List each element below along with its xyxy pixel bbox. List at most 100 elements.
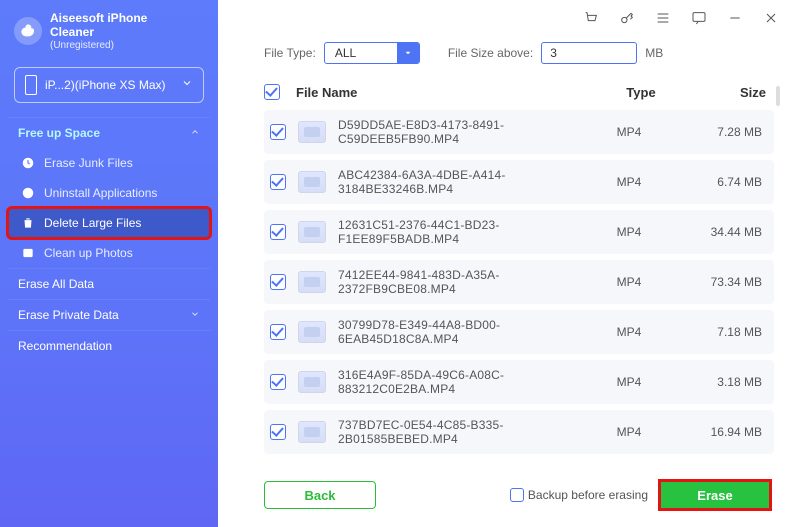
caret-down-icon	[397, 42, 419, 64]
titlebar	[218, 0, 800, 36]
file-table: File Name Type Size D59DD5AE-E8D3-4173-8…	[218, 76, 800, 467]
row-checkbox[interactable]	[270, 224, 286, 240]
video-thumb-icon	[298, 421, 326, 443]
app-logo-icon	[14, 17, 42, 45]
sidebar-item-label: Erase Junk Files	[44, 156, 133, 170]
backup-label: Backup before erasing	[528, 488, 648, 502]
file-type: MP4	[594, 225, 664, 239]
backup-toggle[interactable]: Backup before erasing	[510, 488, 648, 502]
phone-icon	[25, 75, 37, 95]
video-thumb-icon	[298, 171, 326, 193]
row-checkbox[interactable]	[270, 124, 286, 140]
nav-group-free-up-space[interactable]: Free up Space	[8, 117, 210, 148]
file-size-label: File Size above:	[448, 46, 533, 60]
backup-checkbox[interactable]	[510, 488, 524, 502]
file-size: 16.94 MB	[676, 425, 766, 439]
file-type: MP4	[594, 425, 664, 439]
file-size-input[interactable]	[541, 42, 637, 64]
main-panel: File Type: ALL File Size above: MB File …	[218, 0, 800, 527]
sidebar-item-label: Clean up Photos	[44, 246, 133, 260]
cart-icon[interactable]	[582, 9, 600, 27]
close-icon[interactable]	[762, 9, 780, 27]
col-size: Size	[684, 85, 774, 100]
file-size-unit: MB	[645, 46, 663, 60]
chevron-down-icon	[181, 76, 193, 94]
table-header: File Name Type Size	[264, 76, 774, 108]
row-checkbox[interactable]	[270, 374, 286, 390]
sidebar-item-uninstall[interactable]: Uninstall Applications	[8, 178, 210, 208]
brand: Aiseesoft iPhone Cleaner (Unregistered)	[8, 8, 210, 63]
nav-group-title: Free up Space	[18, 126, 100, 140]
file-type: MP4	[594, 275, 664, 289]
back-button[interactable]: Back	[264, 481, 376, 509]
file-size: 34.44 MB	[676, 225, 766, 239]
device-selector[interactable]: iP...2)(iPhone XS Max)	[14, 67, 204, 103]
nav-erase-private[interactable]: Erase Private Data	[8, 299, 210, 330]
row-checkbox[interactable]	[270, 424, 286, 440]
table-row: ABC42384-6A3A-4DBE-A414-3184BE33246B.MP4…	[264, 160, 774, 204]
video-thumb-icon	[298, 271, 326, 293]
file-name: 316E4A9F-85DA-49C6-A08C-883212C0E2BA.MP4	[338, 368, 582, 396]
table-row: 316E4A9F-85DA-49C6-A08C-883212C0E2BA.MP4…	[264, 360, 774, 404]
file-type: MP4	[594, 375, 664, 389]
video-thumb-icon	[298, 121, 326, 143]
feedback-icon[interactable]	[690, 9, 708, 27]
nav-erase-all[interactable]: Erase All Data	[8, 268, 210, 299]
scrollbar[interactable]	[776, 86, 780, 106]
table-row: 30799D78-E349-44A8-BD00-6EAB45D18C8A.MP4…	[264, 310, 774, 354]
table-row: 7412EE44-9841-483D-A35A-2372FB9CBE08.MP4…	[264, 260, 774, 304]
file-name: D59DD5AE-E8D3-4173-8491-C59DEEB5FB90.MP4	[338, 118, 582, 146]
file-size: 3.18 MB	[676, 375, 766, 389]
sidebar-item-label: Uninstall Applications	[44, 186, 157, 200]
device-label: iP...2)(iPhone XS Max)	[45, 78, 173, 92]
sidebar-item-clean-photos[interactable]: Clean up Photos	[8, 238, 210, 268]
row-checkbox[interactable]	[270, 324, 286, 340]
trash-icon	[20, 215, 36, 231]
col-type: Type	[606, 85, 676, 100]
sidebar-item-label: Delete Large Files	[44, 216, 141, 230]
footer: Back Backup before erasing Erase	[218, 467, 800, 527]
sidebar: Aiseesoft iPhone Cleaner (Unregistered) …	[0, 0, 218, 527]
image-icon	[20, 245, 36, 261]
sidebar-item-delete-large-files[interactable]: Delete Large Files	[8, 208, 210, 238]
app-title-line2: Cleaner	[50, 26, 147, 40]
row-checkbox[interactable]	[270, 174, 286, 190]
file-name: 7412EE44-9841-483D-A35A-2372FB9CBE08.MP4	[338, 268, 582, 296]
file-type-label: File Type:	[264, 46, 316, 60]
table-row: 737BD7EC-0E54-4C85-B335-2B01585BEBED.MP4…	[264, 410, 774, 454]
menu-icon[interactable]	[654, 9, 672, 27]
chevron-down-icon	[190, 308, 200, 322]
video-thumb-icon	[298, 321, 326, 343]
nav-label: Erase All Data	[18, 277, 94, 291]
file-name: 30799D78-E349-44A8-BD00-6EAB45D18C8A.MP4	[338, 318, 582, 346]
key-icon[interactable]	[618, 9, 636, 27]
file-type: MP4	[594, 125, 664, 139]
nav-label: Recommendation	[18, 339, 112, 353]
file-type-value: ALL	[325, 46, 397, 60]
table-row: D59DD5AE-E8D3-4173-8491-C59DEEB5FB90.MP4…	[264, 110, 774, 154]
table-row: 12631C51-2376-44C1-BD23-F1EE89F5BADB.MP4…	[264, 210, 774, 254]
apps-icon	[20, 185, 36, 201]
nav-recommendation[interactable]: Recommendation	[8, 330, 210, 361]
file-name: ABC42384-6A3A-4DBE-A414-3184BE33246B.MP4	[338, 168, 582, 196]
col-name: File Name	[288, 85, 598, 100]
row-checkbox[interactable]	[270, 274, 286, 290]
select-all-checkbox[interactable]	[264, 84, 280, 100]
video-thumb-icon	[298, 221, 326, 243]
file-size: 7.28 MB	[676, 125, 766, 139]
file-size: 73.34 MB	[676, 275, 766, 289]
file-name: 737BD7EC-0E54-4C85-B335-2B01585BEBED.MP4	[338, 418, 582, 446]
app-status: (Unregistered)	[50, 40, 147, 51]
chevron-up-icon	[190, 126, 200, 140]
file-size: 7.18 MB	[676, 325, 766, 339]
filters: File Type: ALL File Size above: MB	[218, 36, 800, 76]
erase-button[interactable]: Erase	[660, 481, 770, 509]
nav-label: Erase Private Data	[18, 308, 119, 322]
sidebar-item-erase-junk[interactable]: Erase Junk Files	[8, 148, 210, 178]
file-type-select[interactable]: ALL	[324, 42, 420, 64]
file-type: MP4	[594, 325, 664, 339]
video-thumb-icon	[298, 371, 326, 393]
minimize-icon[interactable]	[726, 9, 744, 27]
app-title-line1: Aiseesoft iPhone	[50, 12, 147, 26]
file-size: 6.74 MB	[676, 175, 766, 189]
